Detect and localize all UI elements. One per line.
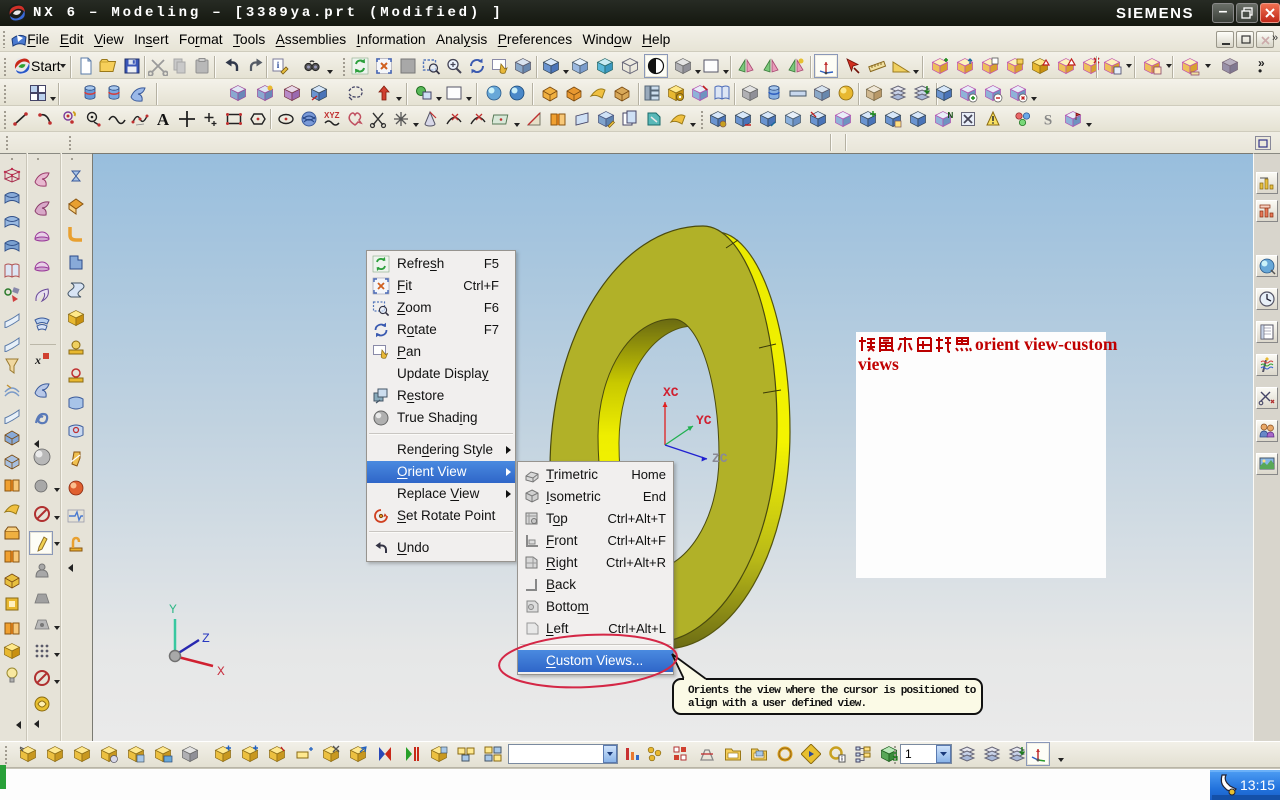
- svg-text:S: S: [1044, 113, 1052, 129]
- svg-text:X: X: [217, 664, 225, 679]
- svg-text:N: N: [948, 111, 954, 120]
- svg-text:YC: YC: [696, 413, 712, 428]
- svg-text:x: x: [34, 353, 41, 367]
- svg-text:XC: XC: [663, 385, 679, 400]
- svg-text:A: A: [157, 110, 170, 129]
- svg-text:ZC: ZC: [712, 451, 728, 466]
- svg-text:Y: Y: [169, 602, 177, 617]
- svg-text:Z: Z: [202, 631, 210, 646]
- svg-text:XYZ: XYZ: [324, 111, 340, 120]
